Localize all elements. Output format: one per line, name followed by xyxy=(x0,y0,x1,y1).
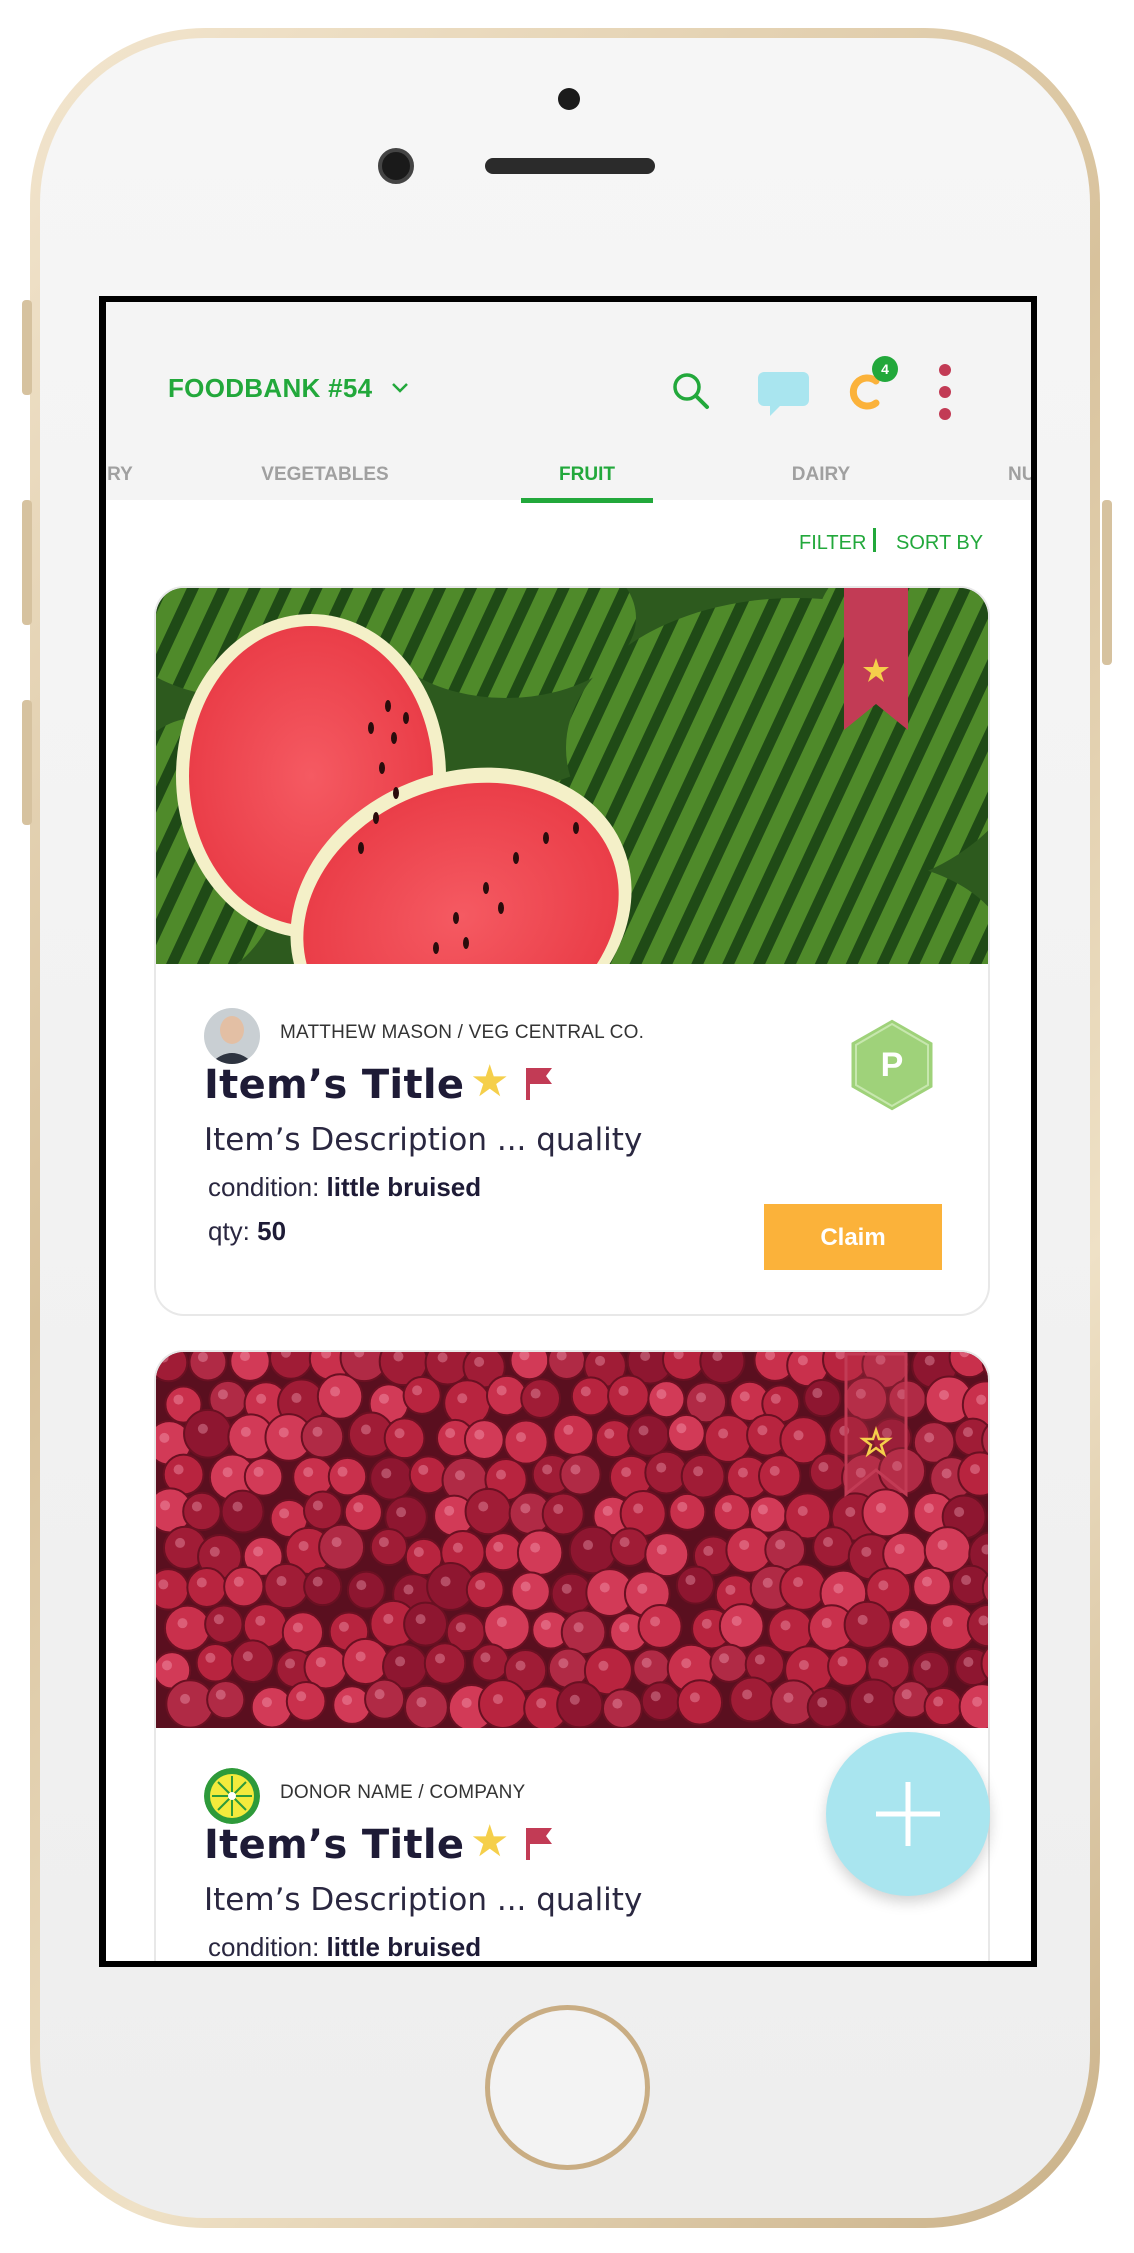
item-condition: condition: little bruised xyxy=(208,1932,482,1961)
tab-vegetables[interactable]: VEGETABLES xyxy=(240,464,410,486)
foodbank-selector[interactable]: FOODBANK #54 xyxy=(168,373,372,404)
donor-name: MATTHEW MASON xyxy=(280,1022,453,1043)
bookmark-icon[interactable] xyxy=(844,588,908,732)
item-title: Item’s Title xyxy=(204,1822,465,1868)
earpiece-speaker xyxy=(485,158,655,174)
item-condition: condition: little bruised xyxy=(208,1172,482,1202)
item-title: Item’s Title xyxy=(204,1062,465,1108)
svg-text:P: P xyxy=(881,1046,904,1084)
tab-fruit[interactable]: FRUIT xyxy=(521,464,653,486)
app-screen: FOODBANK #54 4 RY VEGETABLES FRUIT DAIRY… xyxy=(106,302,1031,1961)
phone-side-button xyxy=(1102,500,1112,665)
add-item-button[interactable] xyxy=(826,1732,990,1896)
star-icon[interactable]: ★ xyxy=(470,1056,509,1107)
flag-icon[interactable] xyxy=(524,1826,554,1860)
home-button[interactable] xyxy=(485,2005,650,2170)
star-icon[interactable]: ★ xyxy=(470,1816,509,1867)
phone-side-button xyxy=(22,700,32,825)
phone-side-button xyxy=(22,500,32,625)
donor-avatar xyxy=(204,1768,260,1824)
filter-button[interactable]: FILTER xyxy=(799,532,866,555)
item-description: Item’s Description ... quality xyxy=(204,1882,643,1918)
toolbar-divider xyxy=(873,528,876,552)
credits-count-badge: 4 xyxy=(872,356,898,382)
item-description: Item’s Description ... quality xyxy=(204,1122,643,1158)
pickup-badge: P xyxy=(848,1016,936,1114)
donor-avatar xyxy=(204,1008,260,1064)
plus-icon xyxy=(876,1782,940,1846)
bookmark-icon[interactable] xyxy=(844,1352,908,1500)
front-sensor xyxy=(558,88,580,110)
tab-partial-right[interactable]: NU xyxy=(1008,464,1031,486)
donor-line: DONOR NAME / COMPANY xyxy=(280,1782,526,1803)
front-camera xyxy=(378,148,414,184)
donor-name: DONOR NAME xyxy=(280,1782,413,1803)
search-icon[interactable] xyxy=(672,372,710,410)
tab-dairy[interactable]: DAIRY xyxy=(756,464,886,486)
donor-line: MATTHEW MASON / VEG CENTRAL CO. xyxy=(280,1022,645,1043)
active-tab-indicator xyxy=(521,498,653,503)
claim-button[interactable]: Claim xyxy=(764,1204,942,1270)
sort-button[interactable]: SORT BY xyxy=(896,532,983,555)
tab-partial-left[interactable]: RY xyxy=(106,464,140,486)
more-vertical-icon[interactable] xyxy=(938,364,952,424)
flag-icon[interactable] xyxy=(524,1066,554,1100)
chevron-down-icon[interactable] xyxy=(391,382,409,394)
item-card[interactable]: MATTHEW MASON / VEG CENTRAL CO. Item’s T… xyxy=(156,588,988,1314)
donor-company: VEG CENTRAL CO. xyxy=(468,1022,645,1043)
chat-icon[interactable] xyxy=(756,370,811,418)
item-quantity: qty: 50 xyxy=(208,1216,287,1246)
phone-side-button xyxy=(22,300,32,395)
donor-company: COMPANY xyxy=(429,1782,526,1803)
